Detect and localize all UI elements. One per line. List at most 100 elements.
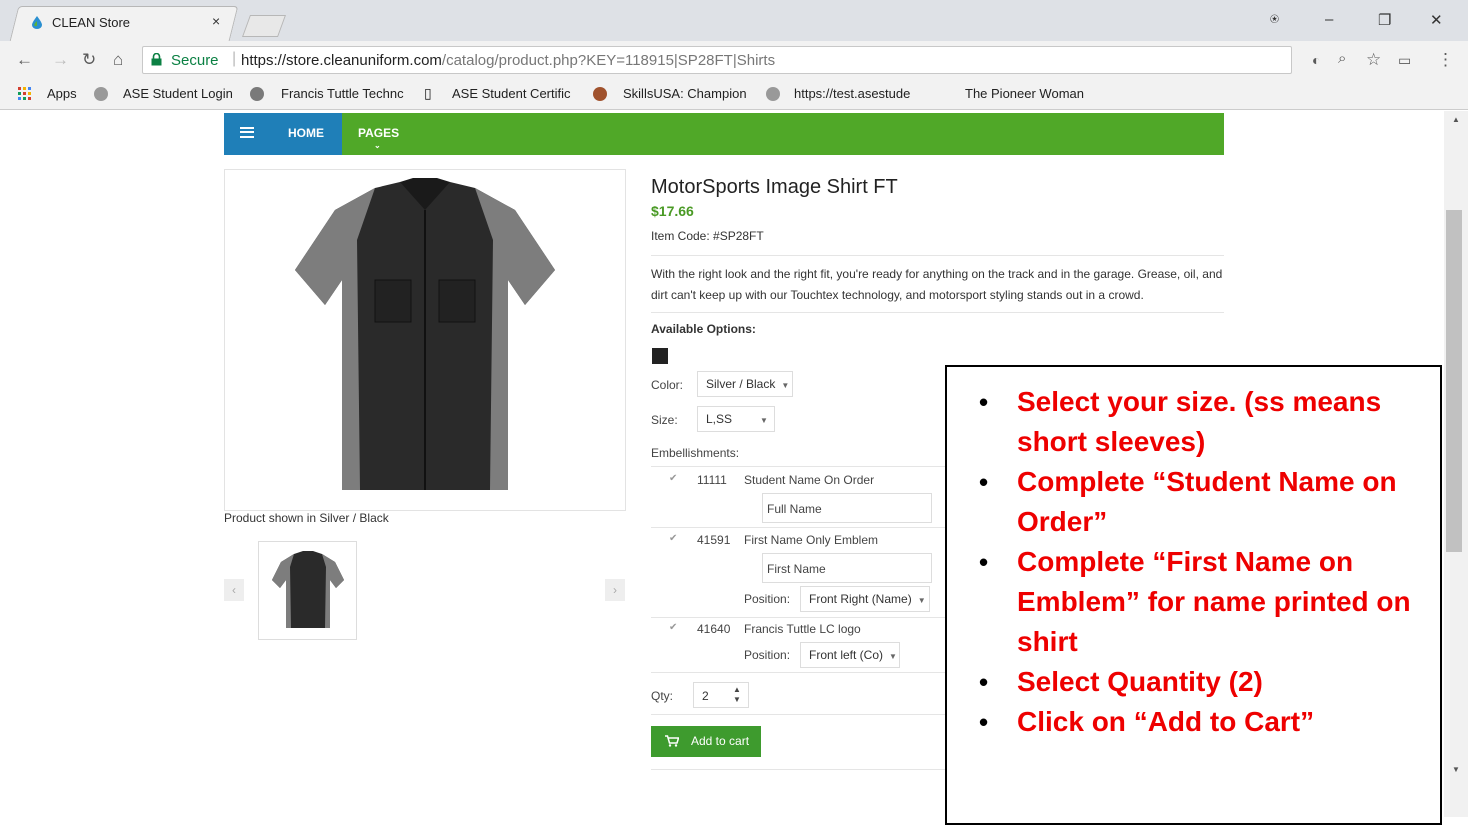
scrollbar-thumb[interactable]: [1446, 210, 1462, 552]
bookmarks-bar: Apps ASE Student Login Francis Tuttle Te…: [0, 79, 1468, 110]
chevron-down-icon: ▼: [889, 652, 897, 661]
menu-kebab-icon[interactable]: ⋮: [1437, 50, 1454, 70]
emb3-checkbox[interactable]: ✔: [669, 622, 677, 633]
gear-icon: [766, 87, 780, 101]
shirt-image: [295, 178, 555, 490]
embellishments-label: Embellishments:: [651, 446, 740, 460]
emb3-code: 41640: [697, 622, 731, 636]
emb2-position-label: Position:: [744, 592, 791, 606]
image-caption: Product shown in Silver / Black: [224, 511, 389, 525]
back-icon[interactable]: ←: [16, 50, 33, 70]
secure-label: Secure: [171, 52, 219, 69]
emb1-code: 11111: [697, 473, 727, 487]
bookmark-pioneer-woman[interactable]: The Pioneer Woman: [965, 86, 1084, 101]
minimize-icon[interactable]: –: [1325, 11, 1333, 28]
product-thumbnail[interactable]: [258, 541, 357, 640]
product-name: MotorSports Image Shirt FT: [651, 176, 898, 198]
divider: [651, 466, 946, 467]
instruction-item: Select your size. (ss means short sleeve…: [977, 382, 1427, 462]
bookmark-francis-tuttle[interactable]: Francis Tuttle Technc: [281, 86, 404, 101]
lock-icon: [151, 53, 162, 66]
skillsusa-icon: [593, 87, 607, 101]
chevron-down-icon: ▼: [760, 416, 768, 425]
site-navbar: HOME PAGES ⌄: [224, 113, 1224, 155]
maximize-icon[interactable]: ❐: [1378, 11, 1391, 29]
francis-tuttle-logo-icon: [250, 87, 264, 101]
hamburger-icon[interactable]: [240, 127, 254, 138]
browser-toolbar: ← → ↻ ⌂ Secure | https://store.cleanunif…: [0, 41, 1468, 79]
instructions-callout: Select your size. (ss means short sleeve…: [945, 365, 1442, 825]
divider: [651, 312, 1224, 313]
divider: [651, 527, 946, 528]
bookmark-ase-student-certific[interactable]: ASE Student Certific: [452, 86, 571, 101]
menu-toggle[interactable]: HOME: [224, 113, 342, 155]
product-image-frame[interactable]: [224, 169, 626, 511]
nav-pages[interactable]: PAGES: [358, 126, 399, 140]
nav-home[interactable]: HOME: [288, 126, 324, 140]
color-swatch[interactable]: [652, 348, 668, 364]
instruction-item: Select Quantity (2): [977, 662, 1427, 702]
emb1-checkbox[interactable]: ✔: [669, 473, 677, 484]
product-description: With the right look and the right fit, y…: [651, 267, 1223, 302]
chevron-down-icon: ▼: [917, 596, 926, 605]
scroll-up-icon[interactable]: ▲: [1452, 115, 1460, 124]
emb1-name: Student Name On Order: [744, 473, 875, 487]
bookmark-star-icon[interactable]: ☆: [1366, 50, 1381, 70]
home-icon[interactable]: ⌂: [113, 50, 123, 70]
page-icon: ▯: [424, 85, 432, 101]
url-text[interactable]: https://store.cleanuniform.com/catalog/p…: [241, 52, 775, 69]
add-to-cart-label: Add to cart: [691, 734, 750, 748]
instructions-list: Select your size. (ss means short sleeve…: [977, 382, 1427, 742]
color-select[interactable]: Silver / Black ▼: [697, 371, 793, 397]
divider: [651, 617, 946, 618]
color-label: Color:: [651, 378, 684, 392]
item-code: Item Code: #SP28FT: [651, 229, 764, 243]
extension-icon[interactable]: ◐: [1312, 52, 1320, 68]
new-tab-button[interactable]: [241, 15, 287, 37]
url-separator: |: [232, 50, 237, 67]
clean-store-favicon-icon: [32, 16, 42, 29]
forward-icon[interactable]: →: [52, 50, 69, 70]
qty-label: Qty:: [651, 689, 674, 703]
carousel-prev-icon[interactable]: ‹: [224, 579, 244, 601]
emb3-position-label: Position:: [744, 648, 791, 662]
carousel-next-icon[interactable]: ›: [605, 579, 625, 601]
close-window-icon[interactable]: ✕: [1430, 11, 1443, 29]
tab-close-icon[interactable]: ×: [212, 13, 220, 29]
product-price: $17.66: [651, 203, 694, 219]
emb3-name: Francis Tuttle LC logo: [744, 622, 861, 636]
gear-icon: [94, 87, 108, 101]
bookmark-skillsusa[interactable]: SkillsUSA: Champion: [623, 86, 747, 101]
instruction-item: Complete “First Name on Emblem” for name…: [977, 542, 1427, 662]
chevron-down-icon: ⌄: [374, 141, 381, 150]
emb2-checkbox[interactable]: ✔: [669, 533, 677, 544]
reload-icon[interactable]: ↻: [82, 50, 96, 70]
cart-icon: [665, 735, 679, 747]
scroll-down-icon[interactable]: ▼: [1452, 765, 1460, 774]
account-icon[interactable]: ⍟: [1270, 11, 1279, 28]
zoom-icon[interactable]: ⌕: [1338, 50, 1346, 67]
chevron-down-icon: ▼: [781, 381, 790, 390]
tab-title: CLEAN Store: [52, 15, 131, 30]
emb2-name: First Name Only Emblem: [744, 533, 879, 547]
first-name-input[interactable]: First Name: [762, 553, 932, 583]
cast-icon[interactable]: ▭: [1398, 52, 1411, 69]
emb2-position-select[interactable]: Front Right (Name) ▼: [800, 586, 930, 612]
emb2-code: 41591: [697, 533, 731, 547]
bookmark-ase-student-login[interactable]: ASE Student Login: [123, 86, 233, 101]
quantity-stepper-icon[interactable]: ▲ ▼: [733, 685, 741, 705]
emb3-position-select[interactable]: Front left (Co) ▼: [800, 642, 900, 668]
browser-tab-strip: CLEAN Store × ⍟ – ❐ ✕: [0, 0, 1468, 41]
address-bar[interactable]: Secure | https://store.cleanuniform.com/…: [142, 46, 1292, 74]
shirt-thumbnail-image: [272, 551, 344, 628]
instruction-item: Complete “Student Name on Order”: [977, 462, 1427, 542]
add-to-cart-button[interactable]: Add to cart: [651, 726, 761, 757]
size-select[interactable]: L,SS ▼: [697, 406, 775, 432]
apps-grid-icon: [18, 87, 31, 100]
instruction-item: Click on “Add to Cart”: [977, 702, 1427, 742]
available-options-heading: Available Options:: [651, 322, 756, 336]
full-name-input[interactable]: Full Name: [762, 493, 932, 523]
size-label: Size:: [651, 413, 678, 427]
bookmark-apps[interactable]: Apps: [47, 86, 77, 101]
bookmark-test-asestude[interactable]: https://test.asestude: [794, 86, 910, 101]
